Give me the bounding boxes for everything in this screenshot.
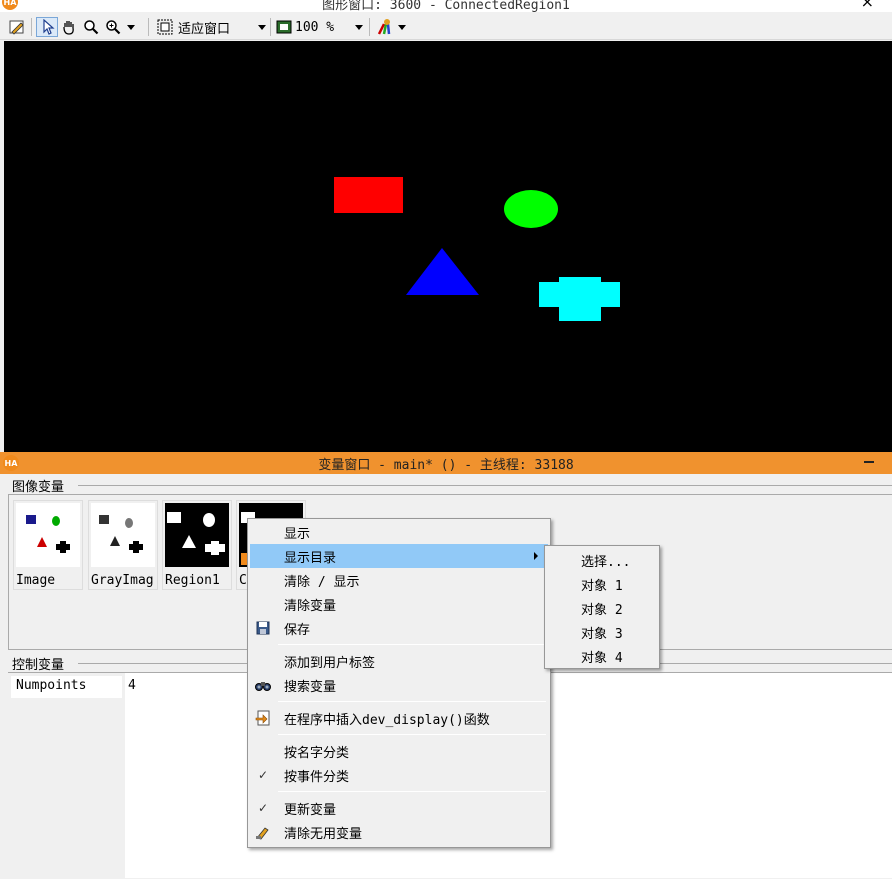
thumbnail-region1-preview (165, 503, 229, 567)
menu-item-label: 按事件分类 (284, 770, 350, 785)
fit-window-label: 适应窗口 (178, 21, 231, 37)
menu-item-label: 搜索变量 (284, 680, 337, 695)
menu-item-label: 保存 (284, 623, 311, 638)
menu-item-clear-unused[interactable]: 清除无用变量 (250, 820, 548, 844)
control-variable-name: Numpoints (11, 676, 122, 698)
zoom-dropdown-chevron-down-icon[interactable] (124, 17, 138, 37)
color-dropdown-chevron-down-icon[interactable] (396, 17, 408, 37)
pointer-tool-icon[interactable] (36, 17, 58, 37)
close-button[interactable]: × (861, 0, 874, 11)
control-variable-value: 4 (128, 678, 136, 693)
thumbnail-image[interactable]: Image (13, 500, 83, 590)
graphics-window: HA 图形窗口: 3600 - ConnectedRegion1 × 适应窗口 … (0, 0, 892, 452)
red-rectangle (334, 177, 403, 213)
submenu-item-label: 对象 4 (581, 651, 623, 666)
menu-item-update-variables[interactable]: ✓ 更新变量 (250, 796, 548, 820)
submenu-item-label: 对象 3 (581, 627, 623, 642)
color-settings-icon[interactable] (374, 17, 396, 37)
graphics-window-titlebar: HA 图形窗口: 3600 - ConnectedRegion1 × (0, 0, 892, 13)
chevron-down-icon (355, 24, 363, 30)
thumbnail-region1[interactable]: Region1 (162, 500, 232, 590)
zoom-level-dropdown[interactable]: 100 % (273, 17, 365, 37)
minimize-button[interactable] (864, 461, 874, 463)
checkmark-icon: ✓ (257, 768, 269, 782)
thumbnail-grayimage[interactable]: GrayImag (88, 500, 158, 590)
graphics-toolbar: 适应窗口 100 % (0, 14, 892, 40)
thumbnail-label: Region1 (165, 573, 220, 588)
menu-item-label: 添加到用户标签 (284, 656, 376, 671)
menu-item-display[interactable]: 显示 (250, 520, 548, 544)
zoom-level-icon (273, 17, 295, 37)
submenu-item-label: 选择... (581, 555, 631, 570)
menu-item-add-user-tab[interactable]: 添加到用户标签 (250, 649, 548, 673)
thumbnail-label: GrayImag (91, 573, 154, 588)
variable-window-titlebar: HA 变量窗口 - main* () - 主线程: 33188 (0, 452, 892, 474)
menu-item-label: 按名字分类 (284, 746, 350, 761)
checkmark-icon: ✓ (257, 801, 269, 815)
submenu-item-object-2[interactable]: 对象 2 (547, 596, 657, 620)
floppy-disk-icon (255, 620, 271, 636)
menu-item-sort-by-event[interactable]: ✓ 按事件分类 (250, 763, 548, 787)
control-variables-label: 控制变量 (12, 658, 65, 673)
fit-window-dropdown[interactable]: 适应窗口 (154, 17, 269, 37)
submenu-arrow-icon (534, 552, 538, 560)
image-variables-label: 图像变量 (12, 480, 65, 495)
context-menu: 显示 显示目录 清除 / 显示 清除变量 保存 添加到用户标签 搜索变量 在程序… (247, 518, 551, 848)
edit-pencil-icon[interactable] (6, 17, 28, 37)
menu-item-save[interactable]: 保存 (250, 616, 548, 640)
menu-item-label: 清除变量 (284, 599, 337, 614)
insert-code-icon (255, 710, 271, 726)
submenu-item-object-3[interactable]: 对象 3 (547, 620, 657, 644)
submenu-item-object-1[interactable]: 对象 1 (547, 572, 657, 596)
fit-window-icon (154, 17, 176, 37)
magnifier-icon[interactable] (80, 17, 102, 37)
menu-item-label: 清除无用变量 (284, 827, 363, 842)
binoculars-icon (255, 677, 271, 693)
thumbnail-grayimage-preview (91, 503, 155, 567)
submenu-item-object-4[interactable]: 对象 4 (547, 644, 657, 668)
blue-triangle (406, 248, 479, 295)
menu-item-label: 在程序中插入dev_display()函数 (284, 713, 490, 728)
chevron-down-icon (258, 24, 266, 30)
graphics-window-title: 图形窗口: 3600 - ConnectedRegion1 (322, 0, 570, 13)
menu-item-search-variable[interactable]: 搜索变量 (250, 673, 548, 697)
menu-item-label: 显示目录 (284, 551, 337, 566)
submenu-item-select[interactable]: 选择... (547, 548, 657, 572)
zoom-level-label: 100 % (295, 19, 335, 35)
cyan-cross (539, 277, 620, 321)
hand-pan-icon[interactable] (58, 17, 80, 37)
menu-item-insert-dev-display[interactable]: 在程序中插入dev_display()函数 (250, 706, 548, 730)
menu-item-clear-variable[interactable]: 清除变量 (250, 592, 548, 616)
thumbnail-label: Image (16, 573, 56, 588)
green-ellipse (504, 190, 558, 228)
menu-item-label: 更新变量 (284, 803, 337, 818)
submenu-item-label: 对象 1 (581, 579, 623, 594)
menu-item-clear-display[interactable]: 清除 / 显示 (250, 568, 548, 592)
menu-item-sort-by-name[interactable]: 按名字分类 (250, 739, 548, 763)
display-list-submenu: 选择... 对象 1 对象 2 对象 3 对象 4 (544, 545, 660, 669)
submenu-item-label: 对象 2 (581, 603, 623, 618)
eraser-brush-icon (255, 824, 271, 840)
graphics-canvas[interactable] (4, 41, 892, 452)
zoom-in-icon[interactable] (102, 17, 124, 37)
menu-item-label: 清除 / 显示 (284, 575, 360, 590)
variable-window-title: 变量窗口 - main* () - 主线程: 33188 (318, 458, 574, 473)
menu-item-display-list[interactable]: 显示目录 (250, 544, 548, 568)
menu-item-label: 显示 (284, 527, 311, 542)
thumbnail-image-preview (16, 503, 80, 567)
